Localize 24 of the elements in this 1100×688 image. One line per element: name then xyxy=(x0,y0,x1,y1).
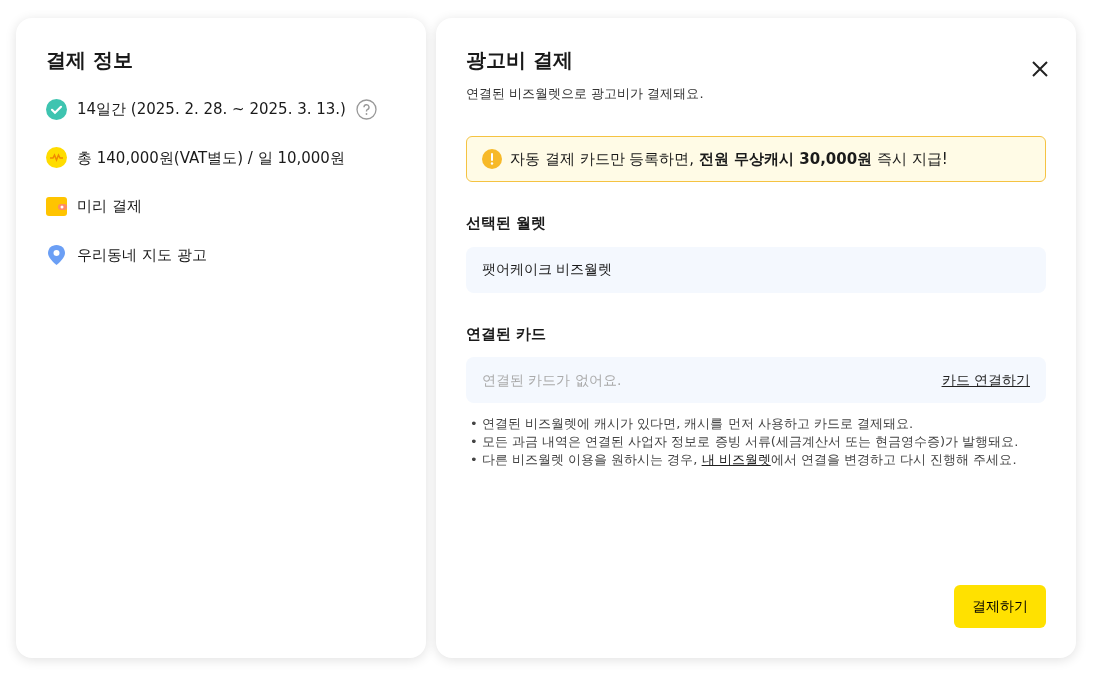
note-text: • 모든 과금 내역은 연결된 사업자 정보로 증빙 서류(세금계산서 또는 현금영수증)가 발행돼요. xyxy=(470,433,1020,451)
panel-title: 결제 정보 xyxy=(46,48,134,72)
warning-icon xyxy=(482,148,502,169)
connect-card-link[interactable]: 카드 연결하기 xyxy=(941,369,1030,391)
subtitle: 연결된 비즈월렛으로 광고비가 결제돼요. xyxy=(466,85,705,103)
wallet-icon xyxy=(46,195,67,217)
notice-text: 자동 결제 카드만 등록하면, 전원 무상캐시 30,000원 즉시 지급! xyxy=(510,148,948,170)
wallet-field: 팻어케이크 비즈월렛 xyxy=(466,246,1046,293)
note-text: • 다른 비즈월렛 이용을 원하시는 경우, 내 비즈월렛에서 연결을 변경하고 다시 진행해 주세요. xyxy=(470,451,1018,469)
period-text: 14일간 (2025. 2. 28. ~ 2025. 3. 13.) xyxy=(77,99,346,120)
help-icon[interactable] xyxy=(355,98,377,120)
info-text: 미리 결제 xyxy=(77,196,142,217)
check-icon xyxy=(46,98,67,120)
location-pin-icon xyxy=(46,243,67,266)
pay-button[interactable]: 결제하기 xyxy=(954,585,1046,628)
wallet-link[interactable]: 내 비즈월렛 xyxy=(701,452,771,467)
coin-icon xyxy=(46,147,67,169)
info-text: 총 140,000원(VAT별도) / 일 10,000원 xyxy=(77,147,345,169)
placeholder-text: 연결된 카드가 없어요. xyxy=(482,370,622,390)
info-text: 우리동네 지도 광고 xyxy=(77,244,207,266)
field-label: 연결된 카드 xyxy=(466,323,548,345)
field-label: 선택된 월렛 xyxy=(466,213,548,234)
note-text: • 연결된 비즈월렛에 캐시가 있다면, 캐시를 먼저 사용하고 카드로 결제돼요. xyxy=(470,415,915,433)
panel-title: 광고비 결제 xyxy=(466,48,573,72)
